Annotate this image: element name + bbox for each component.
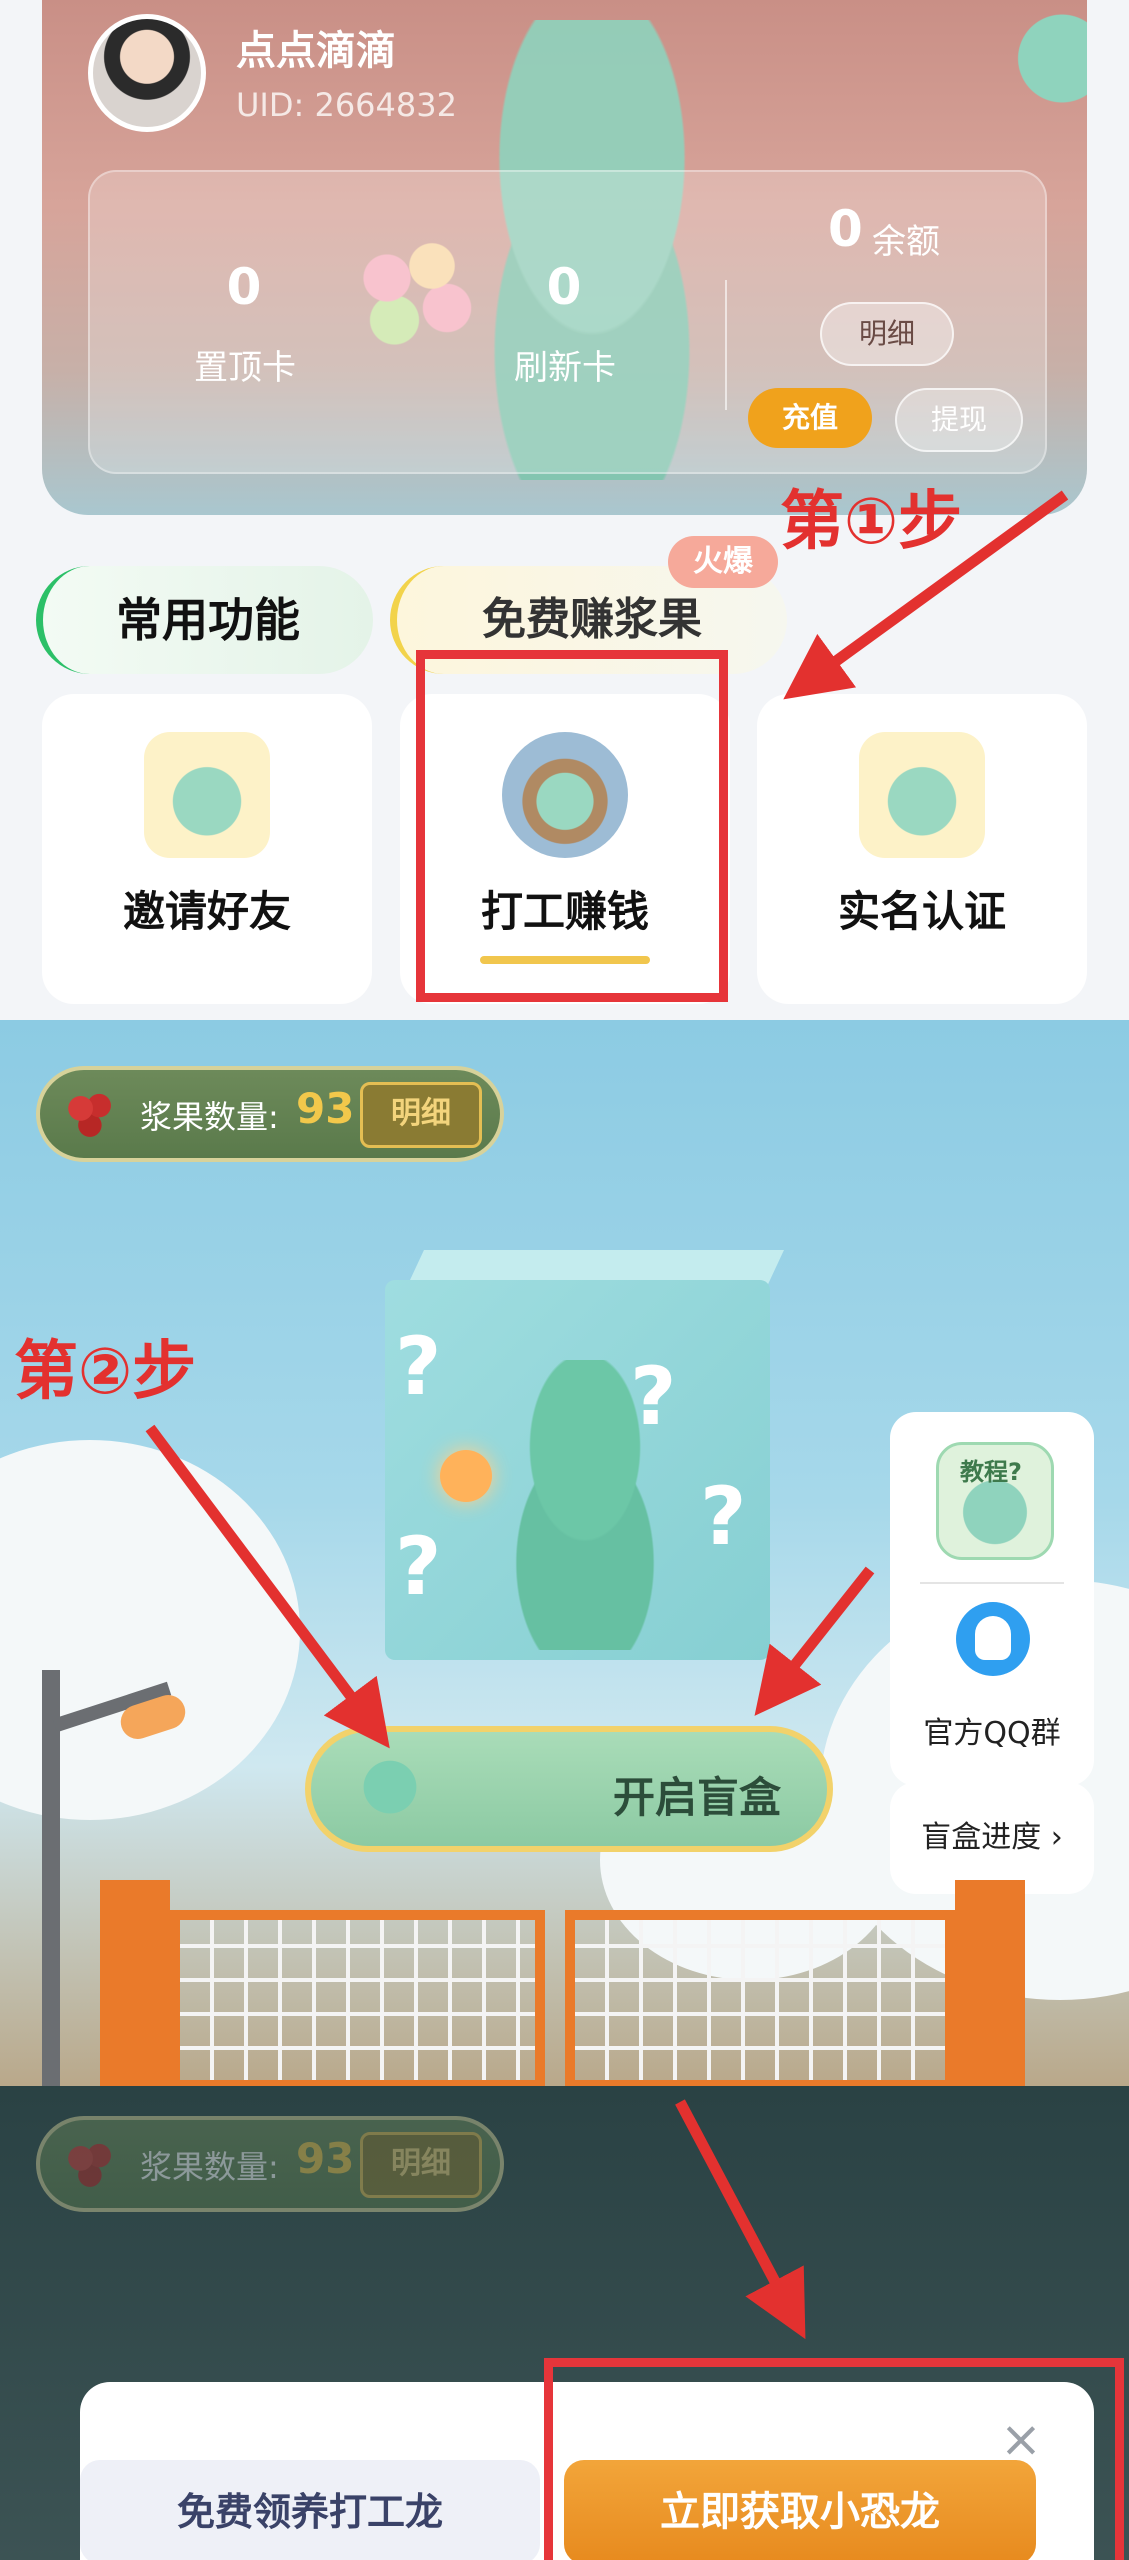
free-adopt-button[interactable]: 免费领养打工龙: [80, 2460, 540, 2560]
balance-label: 余额: [872, 222, 940, 262]
profile-section: 点点滴滴 UID: 2664832 0 置顶卡 0 刷新卡 0 余额 明细 充值…: [0, 0, 1129, 1020]
fruit-count-label: 浆果数量:: [140, 2148, 279, 2186]
balance-value: 0: [828, 200, 863, 258]
user-id: UID: 2664832: [236, 86, 457, 124]
invite-friends-card[interactable]: 邀请好友: [42, 694, 372, 1004]
fruit-count-value: 93: [296, 2134, 355, 2183]
dino-sticker-icon[interactable]: [997, 0, 1087, 130]
highlight-box-work-earn: [416, 650, 728, 1002]
gate-post-right: [955, 1880, 1025, 2086]
fruit-count-bar-dimmed: 浆果数量: 93 明细: [36, 2116, 504, 2212]
fruit-count-value: 93: [296, 1084, 355, 1133]
lightbulb-icon: [440, 1450, 492, 1502]
hot-badge: 火爆: [668, 536, 778, 588]
refresh-card-label: 刷新卡: [514, 348, 616, 388]
fruit-count-label: 浆果数量:: [140, 1098, 279, 1136]
berry-icon: [62, 1086, 124, 1142]
qq-group-label[interactable]: 官方QQ群: [890, 1708, 1094, 1752]
step2-annotation: 第②步: [14, 1335, 197, 1409]
real-name-label: 实名认证: [837, 887, 1006, 936]
pin-card-count[interactable]: 0: [164, 258, 324, 316]
dino-invite-icon: [144, 732, 270, 858]
gate-left: [170, 1910, 545, 2086]
dino-box-illustration: [465, 1360, 705, 1650]
balance-detail-button[interactable]: 明细: [820, 302, 954, 366]
invite-friends-label: 邀请好友: [122, 887, 291, 936]
real-name-card[interactable]: 实名认证: [757, 694, 1087, 1004]
side-divider: [920, 1582, 1064, 1584]
dino-verify-icon: [859, 732, 985, 858]
question-mark-icon: ?: [395, 1520, 442, 1613]
gate-post-left: [100, 1880, 170, 2086]
recharge-button[interactable]: 充值: [748, 388, 872, 448]
pin-card-label: 置顶卡: [194, 348, 296, 388]
street-lamp: [42, 1670, 60, 2086]
open-blind-box-button[interactable]: 开启盲盒: [305, 1726, 833, 1852]
tab-common-functions[interactable]: 常用功能: [36, 566, 373, 674]
tutorial-label: 教程?: [960, 1458, 1022, 1486]
side-panel: 教程? 官方QQ群: [890, 1412, 1094, 1786]
avatar[interactable]: [88, 14, 206, 132]
step1-annotation: 第①步: [780, 485, 963, 559]
withdraw-button[interactable]: 提现: [895, 388, 1023, 452]
qq-icon[interactable]: [956, 1602, 1030, 1676]
username: 点点滴滴: [236, 28, 396, 74]
question-mark-icon: ?: [700, 1470, 747, 1563]
blind-box-section: 浆果数量: 93 明细 第②步 ? ? ? ? 开启盲盒 教程? 官方QQ群 盲…: [0, 1020, 1129, 2086]
gate-right: [565, 1910, 955, 2086]
fruit-detail-button[interactable]: 明细: [360, 1082, 482, 1148]
stats-divider: [725, 280, 727, 410]
adopt-overlay-section: 浆果数量: 93 明细 免费领养打工龙 立即获取小恐龙 ×: [0, 2086, 1129, 2560]
berry-icon: [62, 2136, 124, 2192]
refresh-card-count[interactable]: 0: [484, 258, 644, 316]
highlight-box-get-dino: [544, 2358, 1124, 2560]
blind-box-progress-button[interactable]: 盲盒进度 ›: [890, 1782, 1094, 1894]
open-blind-box-label: 开启盲盒: [612, 1773, 781, 1822]
fruit-count-bar: 浆果数量: 93 明细: [36, 1066, 504, 1162]
fruit-detail-button[interactable]: 明细: [360, 2132, 482, 2198]
question-mark-icon: ?: [395, 1320, 442, 1413]
